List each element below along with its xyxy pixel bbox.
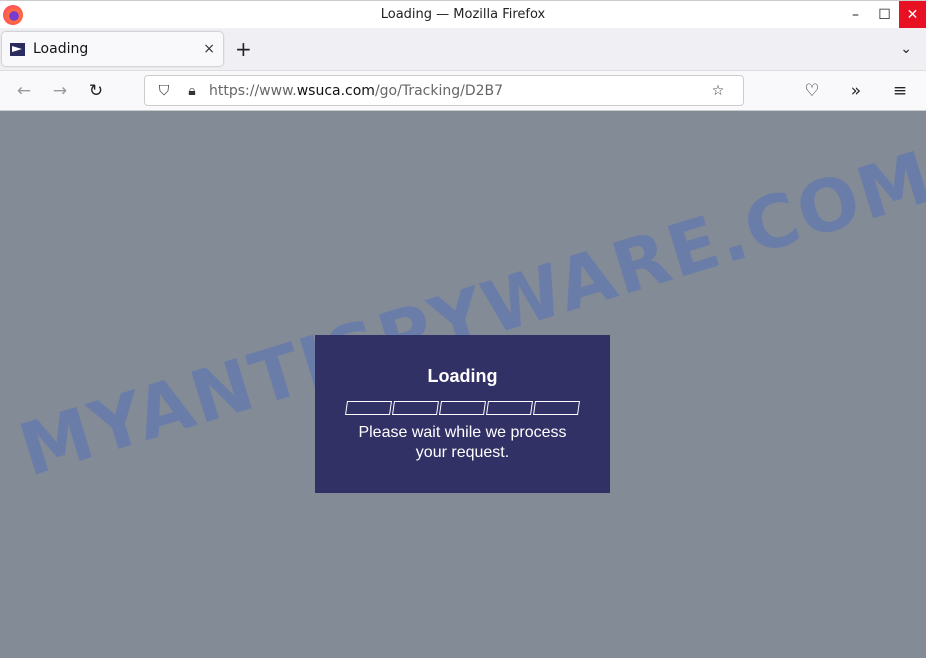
minimize-button[interactable]: – [841,1,870,28]
progress-segment [392,401,439,415]
reload-button[interactable]: ↻ [78,81,114,101]
back-button[interactable]: ← [6,81,42,101]
tab-loading[interactable]: Loading × [2,32,223,66]
close-window-button[interactable]: ✕ [899,1,926,28]
progress-segment [533,401,580,415]
url-bar[interactable]: ⛉ 🔒︎ https://www.wsuca.com/go/Tracking/D… [144,75,744,106]
loading-heading: Loading [427,366,498,386]
usps-favicon-icon [10,42,25,56]
progress-segment [486,401,533,415]
tab-label: Loading [33,41,89,57]
extensions-chevron-icon[interactable]: » [838,81,874,101]
progress-segment [345,401,392,415]
firefox-logo-icon [3,4,23,25]
list-all-tabs-button[interactable]: ⌄ [900,41,912,57]
lock-icon[interactable]: 🔒︎ [181,83,203,99]
maximize-button[interactable]: ☐ [870,1,899,28]
progress-segment [439,401,486,415]
bookmark-star-icon[interactable]: ☆ [707,83,729,99]
new-tab-button[interactable]: + [235,37,252,61]
tab-close-button[interactable]: × [203,41,215,57]
tab-bar: Loading × + ⌄ [0,28,926,70]
loading-message: Please wait while we process your reques… [358,424,567,461]
forward-button[interactable]: → [42,81,78,101]
shield-icon[interactable]: ⛉ [153,83,175,99]
window-title: Loading — Mozilla Firefox [380,7,546,22]
page-content: MYANTISPYWARE.COM Loading Please wait wh… [0,112,926,658]
pocket-icon[interactable]: ♡ [794,81,830,101]
title-bar: Loading — Mozilla Firefox – ☐ ✕ [0,0,926,28]
menu-icon[interactable]: ≡ [882,81,918,101]
url-text[interactable]: https://www.wsuca.com/go/Tracking/D2B7 [209,83,707,99]
progress-bar [315,401,610,415]
loading-dialog: Loading Please wait while we process you… [315,335,610,493]
nav-bar: ← → ↻ ⛉ 🔒︎ https://www.wsuca.com/go/Trac… [0,70,926,111]
